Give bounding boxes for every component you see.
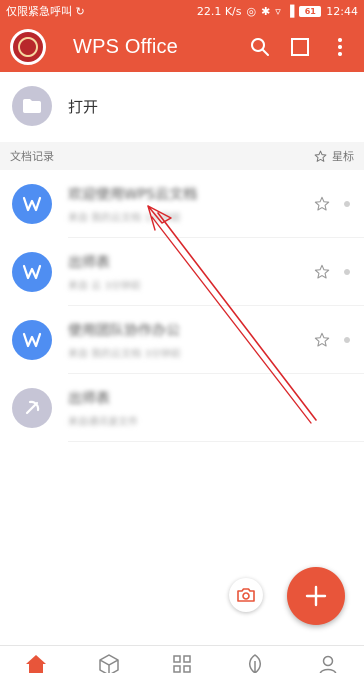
profile-icon — [319, 655, 336, 673]
doc-meta: 来自 我的云文档 3分钟前 — [68, 349, 181, 360]
doc-meta: 来自通讯录文件 — [68, 417, 138, 428]
app-logo[interactable] — [10, 29, 46, 65]
bottom-nav — [0, 645, 364, 673]
status-bar: 仅限紧急呼叫 ↻ 22.1 K/s ◎ ✱ ▿ ▐ 61 12:44 — [0, 0, 364, 22]
nav-home[interactable] — [21, 654, 51, 673]
more-dot-icon[interactable] — [344, 337, 350, 343]
wps-w-icon — [12, 184, 52, 224]
battery-icon: 61 — [299, 5, 322, 17]
doc-actions — [294, 196, 364, 212]
new-document-button[interactable] — [287, 567, 345, 625]
doc-name: 出师表 — [68, 255, 110, 271]
doc-name: 欢迎使用WPS云文档 — [68, 187, 198, 203]
nav-cube[interactable] — [94, 654, 124, 673]
more-dot-icon[interactable] — [344, 269, 350, 275]
unknown-file-icon — [12, 388, 52, 428]
list-item[interactable]: 使用团队协作办公 来自 我的云文档 3分钟前 — [0, 306, 364, 374]
doc-text: 出师表 来自通讯录文件 — [68, 388, 294, 428]
doc-actions — [294, 264, 364, 280]
doc-text: 欢迎使用WPS云文档 来自 我的云文档 1分钟前 — [68, 184, 294, 224]
doc-name: 使用团队协作办公 — [68, 323, 180, 339]
cube-icon — [99, 654, 119, 673]
bluetooth-icon: ✱ — [261, 4, 271, 18]
more-dot-icon[interactable] — [344, 201, 350, 207]
status-left: 仅限紧急呼叫 ↻ — [6, 3, 197, 19]
more-icon[interactable] — [320, 27, 360, 67]
doc-meta: 来自 我的云文档 1分钟前 — [68, 213, 181, 224]
leaf-icon — [248, 654, 261, 673]
camera-button[interactable] — [229, 578, 263, 612]
document-list: 欢迎使用WPS云文档 来自 我的云文档 1分钟前 出师表 来自 云 3分钟前 使… — [0, 170, 364, 442]
app-bar: WPS Office — [0, 22, 364, 72]
plus-icon — [305, 585, 327, 607]
doc-actions — [294, 332, 364, 348]
open-label: 打开 — [68, 97, 99, 116]
doc-text: 出师表 来自 云 3分钟前 — [68, 252, 294, 292]
doc-history-header: 文档记录 星标 — [0, 142, 364, 170]
list-item[interactable]: 出师表 来自 云 3分钟前 — [0, 238, 364, 306]
star-button[interactable] — [314, 196, 330, 212]
wps-w-icon — [12, 320, 52, 360]
doc-text: 使用团队协作办公 来自 我的云文档 3分钟前 — [68, 320, 294, 360]
starred-label: 星标 — [332, 150, 354, 163]
camera-icon — [237, 588, 255, 602]
sync-icon: ↻ — [75, 5, 85, 18]
doc-name: 出师表 — [68, 391, 110, 407]
network-speed: 22.1 K/s — [196, 4, 242, 18]
nav-apps[interactable] — [167, 654, 197, 673]
nfc-icon: ◎ — [246, 4, 257, 18]
search-icon[interactable] — [240, 27, 280, 67]
star-button[interactable] — [314, 264, 330, 280]
star-button[interactable] — [314, 332, 330, 348]
folder-icon — [12, 86, 52, 126]
doc-meta: 来自 云 3分钟前 — [68, 281, 141, 292]
starred-filter[interactable]: 星标 — [314, 148, 354, 164]
app-title: WPS Office — [73, 35, 178, 58]
clock: 12:44 — [326, 4, 358, 18]
nav-profile[interactable] — [313, 654, 343, 673]
signal-icon: ▐ — [285, 4, 295, 18]
doc-history-title: 文档记录 — [10, 150, 54, 163]
emergency-text: 仅限紧急呼叫 — [6, 5, 72, 18]
list-item[interactable]: 出师表 来自通讯录文件 — [0, 374, 364, 442]
open-file-row[interactable]: 打开 — [0, 72, 364, 140]
status-right: 22.1 K/s ◎ ✱ ▿ ▐ 61 12:44 — [197, 5, 358, 18]
star-outline-icon — [314, 150, 327, 162]
nav-leaf[interactable] — [240, 654, 270, 673]
home-icon — [26, 655, 47, 673]
multiwindow-icon[interactable] — [280, 27, 320, 67]
wifi-icon: ▿ — [275, 4, 281, 18]
apps-grid-icon — [173, 655, 191, 673]
wps-w-icon — [12, 252, 52, 292]
list-item[interactable]: 欢迎使用WPS云文档 来自 我的云文档 1分钟前 — [0, 170, 364, 238]
